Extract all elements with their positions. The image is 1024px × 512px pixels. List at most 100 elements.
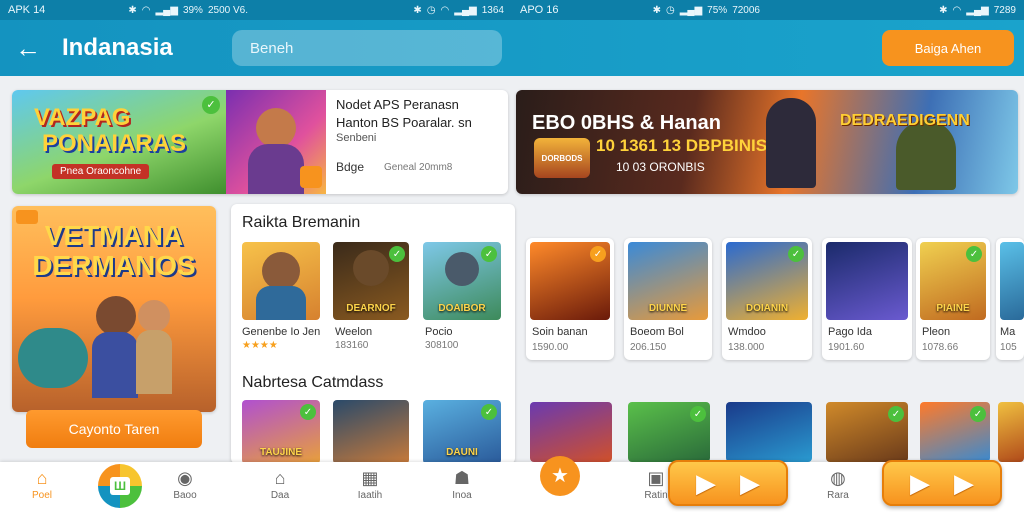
game-card[interactable]: Ma 105: [996, 238, 1024, 360]
check-badge-icon: ✓: [481, 404, 497, 420]
account-icon: ◍: [830, 468, 846, 488]
app-title: Indanasia: [62, 34, 173, 61]
game-thumbnail[interactable]: [333, 400, 409, 464]
wifi-icon: ◠: [440, 4, 450, 16]
nav-item-library[interactable]: ▦ Iaatih: [340, 466, 400, 501]
check-badge-icon: ✓: [202, 96, 220, 114]
game-caption: TAUJINE: [259, 447, 303, 458]
game-name: Soin banan: [532, 326, 588, 338]
grid-icon: ▦: [361, 468, 379, 488]
game-card[interactable]: ✓ Soin banan 1590.00: [526, 238, 614, 360]
play-icon: ▶: [740, 467, 760, 498]
gamepad-icon: ◉: [177, 468, 193, 488]
check-badge-icon: ✓: [300, 404, 316, 420]
game-caption: DIUNNE: [648, 303, 688, 314]
promo-art-title-2: PONAIARAS: [42, 130, 187, 157]
game-meta: 1590.00: [532, 342, 569, 353]
play-icon: ▶: [696, 467, 716, 498]
nav-item-store[interactable]: Ш: [90, 464, 150, 508]
game-caption: DOIANIN: [745, 303, 789, 314]
check-badge-icon: ✓: [389, 246, 405, 262]
promo-character-art: [226, 90, 326, 194]
bottom-navigation: ⌂ Poel Ш ◉ Baoo ⌂ Daa ▦ Iaatih ☗ Inoa ★ …: [0, 456, 1024, 512]
promo-card-right[interactable]: EBO 0BHS & Hanan 10 1361 13 DBPBINIS 10 …: [516, 90, 1018, 194]
game-thumbnail[interactable]: ✓ DEARNOF: [333, 242, 409, 320]
wifi-icon: ◠: [952, 4, 962, 16]
play-button[interactable]: ▶ ▶: [882, 460, 1002, 506]
check-badge-icon: ✓: [970, 406, 986, 422]
back-arrow-icon[interactable]: ←: [6, 26, 50, 70]
battery-percent: 75%: [707, 4, 728, 16]
signal-icon: ▂▄▆: [454, 4, 477, 16]
alarm-icon: ◷: [426, 4, 436, 16]
feature-title-line2: DERMANOS: [32, 250, 196, 281]
check-badge-icon: ✓: [690, 406, 706, 422]
game-meta: 105: [1000, 342, 1017, 353]
promo-character-2: [896, 120, 956, 190]
nav-item-home[interactable]: ⌂ Poel: [12, 466, 72, 501]
app-bar: ← Indanasia Baiga Ahen: [0, 20, 1024, 76]
game-thumbnail[interactable]: ✓: [628, 402, 710, 462]
bluetooth-icon: ✱: [413, 4, 422, 16]
promo-subline: Senbeni: [336, 132, 377, 144]
game-thumbnail[interactable]: ✓: [826, 402, 908, 462]
promo-art-subtitle: Pnea Oraoncohne: [52, 164, 150, 179]
bluetooth-icon: ✱: [128, 4, 137, 16]
game-thumbnail[interactable]: [530, 402, 612, 462]
signal-icon: ▂▄▆: [679, 4, 703, 16]
section-panel: Raikta Bremanin Genenbe Io Jen ★★★★ ✓ DE…: [231, 204, 515, 464]
promo-right-line3: 10 03 ORONBIS: [616, 160, 705, 174]
game-thumbnail[interactable]: [242, 242, 320, 320]
promo-art-title: VAZPAG: [34, 104, 131, 131]
play-button[interactable]: ▶ ▶: [668, 460, 788, 506]
game-card[interactable]: DIUNNE Boeom Bol 206.150: [624, 238, 712, 360]
feature-title-line1: VETMANA: [44, 220, 184, 251]
game-caption: PIAINE: [936, 303, 970, 314]
search-input[interactable]: [232, 30, 502, 66]
status-time: 1364: [481, 4, 504, 16]
game-name: Pocio: [425, 326, 453, 338]
wifi-icon: ◠: [141, 4, 151, 16]
feature-cta-button[interactable]: Cayonto Taren: [26, 410, 202, 448]
game-thumbnail[interactable]: [998, 402, 1024, 462]
game-meta: 206.150: [630, 342, 667, 353]
promo-right-line1: EBO 0BHS & Hanan: [532, 112, 721, 134]
game-meta: 138.000: [728, 342, 765, 353]
battery-percent: 39%: [182, 4, 203, 16]
nav-item-rewards[interactable]: ★: [530, 456, 590, 496]
promo-headline: Nodet APS Peranasn Hanton BS Poaralar. s…: [336, 97, 472, 130]
game-card[interactable]: ✓ PIAINE Pleon 1078.66: [916, 238, 990, 360]
status-segment: APO 16 ✱ ◷ ▂▄▆ 75% 72006: [520, 4, 760, 16]
game-thumbnail[interactable]: ✓ DAUNI: [423, 400, 501, 464]
status-segment: ✱ ◠ ▂▄▆ 7289: [768, 0, 1024, 20]
nav-item-apps[interactable]: ⌂ Daa: [250, 466, 310, 501]
top-action-button[interactable]: Baiga Ahen: [882, 30, 1014, 66]
nav-item-games[interactable]: ◉ Baoo: [155, 466, 215, 501]
game-rating: ★★★★: [242, 340, 278, 351]
play-icon: ▶: [954, 467, 974, 498]
status-time: 7289: [993, 4, 1016, 16]
signal-icon: ▂▄▆: [966, 4, 989, 16]
game-thumbnail[interactable]: ✓ TAUJINE: [242, 400, 320, 464]
promo-card-left[interactable]: VAZPAG PONAIARAS Pnea Oraoncohne ✓ Nodet…: [12, 90, 508, 194]
app-logo-icon: [300, 166, 322, 188]
star-badge-icon: ★: [540, 456, 580, 496]
nav-item-profile[interactable]: ☗ Inoa: [432, 466, 492, 501]
feature-art: [12, 286, 216, 412]
bluetooth-icon: ✱: [652, 4, 661, 16]
game-thumbnail[interactable]: ✓ DOAIBOR: [423, 242, 501, 320]
game-meta: 1901.60: [828, 342, 865, 353]
game-caption: DAUNI: [446, 447, 478, 458]
game-card[interactable]: Pago Ida 1901.60: [822, 238, 912, 360]
feature-card[interactable]: VETMANA DERMANOS: [12, 206, 216, 412]
profile-icon: ☗: [453, 468, 471, 488]
game-thumbnail[interactable]: [726, 402, 812, 462]
game-name: Pleon: [922, 326, 951, 338]
game-thumbnail[interactable]: ✓: [920, 402, 990, 462]
check-badge-icon: ✓: [481, 246, 497, 262]
badge-icon: ✓: [590, 246, 606, 262]
status-left-text: APK 14: [8, 4, 46, 16]
nav-item-account[interactable]: ◍ Rara: [808, 466, 868, 501]
game-name: Wmdoo: [728, 326, 766, 338]
game-card[interactable]: ✓ DOIANIN Wmdoo 138.000: [722, 238, 812, 360]
